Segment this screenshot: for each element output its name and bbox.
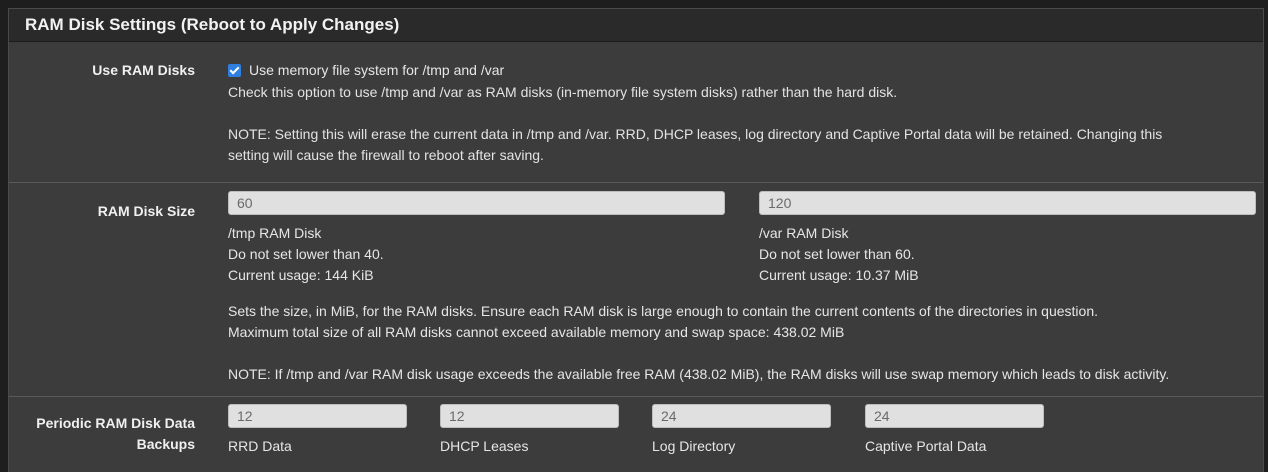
ram-disk-size-help-line1: Sets the size, in MiB, for the RAM disks… (228, 303, 1098, 319)
periodic-backups-label: Periodic RAM Disk Data Backups (36, 413, 195, 455)
use-ram-disks-help: Check this option to use /tmp and /var a… (228, 84, 898, 100)
periodic-backups-label-line1: Periodic RAM Disk Data (36, 415, 195, 431)
captive-portal-backup-label: Captive Portal Data (865, 438, 987, 454)
captive-portal-backup-input[interactable]: 24 (865, 404, 1044, 428)
ram-disk-size-note: NOTE: If /tmp and /var RAM disk usage ex… (228, 366, 1170, 382)
var-ram-disk-input[interactable]: 120 (759, 191, 1256, 215)
use-ram-disks-label: Use RAM Disks (92, 62, 195, 78)
periodic-backups-label-line2: Backups (136, 436, 195, 452)
tmp-ram-disk-usage: Current usage: 144 KiB (228, 267, 374, 283)
var-ram-disk-name: /var RAM Disk (759, 225, 849, 241)
var-ram-disk-info: /var RAM Disk Do not set lower than 60. … (759, 223, 919, 286)
var-ram-disk-usage: Current usage: 10.37 MiB (759, 267, 919, 283)
log-directory-backup-input[interactable]: 24 (652, 404, 831, 428)
ram-disk-settings-panel: RAM Disk Settings (Reboot to Apply Chang… (8, 8, 1264, 472)
panel-title: RAM Disk Settings (Reboot to Apply Chang… (9, 9, 1263, 42)
var-ram-disk-min: Do not set lower than 60. (759, 246, 915, 262)
use-ram-disks-row: Use RAM Disks Use memory file system for… (9, 42, 1263, 183)
use-ram-disks-note-line1: NOTE: Setting this will erase the curren… (228, 126, 1163, 142)
use-ram-disks-checkbox-row[interactable]: Use memory file system for /tmp and /var (228, 60, 1248, 81)
use-ram-disks-checkbox-label[interactable]: Use memory file system for /tmp and /var (249, 62, 504, 78)
tmp-ram-disk-min: Do not set lower than 40. (228, 246, 384, 262)
ram-disk-size-help: Sets the size, in MiB, for the RAM disks… (228, 301, 1258, 385)
periodic-backups-row: Periodic RAM Disk Data Backups 12 RRD Da… (9, 397, 1263, 472)
dhcp-leases-backup-label: DHCP Leases (440, 438, 529, 454)
ram-disk-size-help-line2: Maximum total size of all RAM disks cann… (228, 324, 845, 340)
ram-disk-size-row: RAM Disk Size 60 /tmp RAM Disk Do not se… (9, 183, 1263, 397)
tmp-ram-disk-info: /tmp RAM Disk Do not set lower than 40. … (228, 223, 384, 286)
use-ram-disks-checkbox[interactable] (228, 64, 241, 77)
use-ram-disks-note-line2: setting will cause the firewall to reboo… (228, 147, 544, 163)
rrd-data-backup-label: RRD Data (228, 438, 292, 454)
tmp-ram-disk-input[interactable]: 60 (228, 191, 725, 215)
tmp-ram-disk-name: /tmp RAM Disk (228, 225, 322, 241)
rrd-data-backup-input[interactable]: 12 (228, 404, 407, 428)
log-directory-backup-label: Log Directory (652, 438, 736, 454)
ram-disk-size-label: RAM Disk Size (97, 203, 195, 219)
dhcp-leases-backup-input[interactable]: 12 (440, 404, 619, 428)
use-ram-disks-content: Use memory file system for /tmp and /var… (228, 60, 1248, 166)
